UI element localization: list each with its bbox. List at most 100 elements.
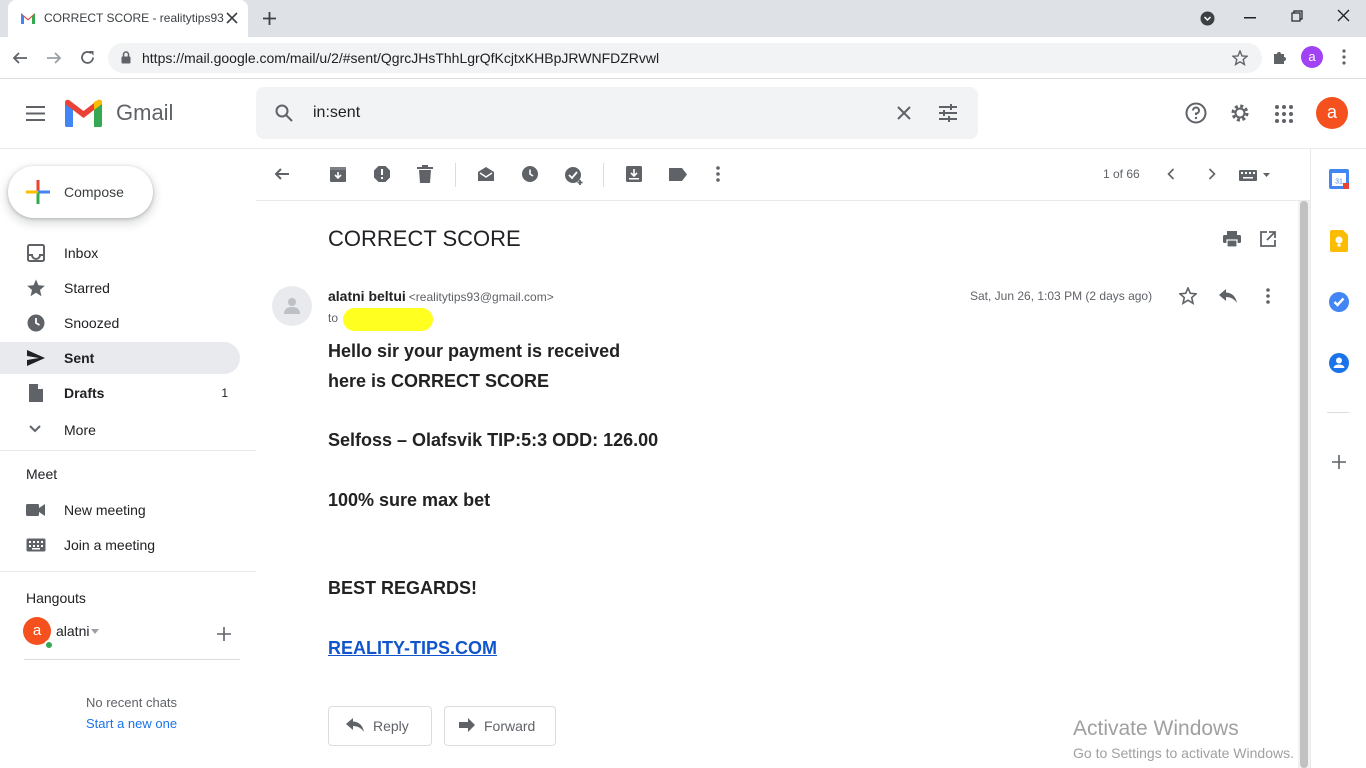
open-in-new-window-icon[interactable] (1260, 231, 1276, 247)
browser-tab[interactable]: CORRECT SCORE - realitytips93@ (8, 0, 248, 37)
calendar-icon[interactable]: 31 (1329, 169, 1349, 189)
sidebar-item-label: Sent (64, 350, 95, 366)
back-to-list-icon[interactable] (274, 166, 290, 182)
bookmark-star-icon[interactable] (1232, 50, 1248, 66)
message-body-line: 100% sure max bet (328, 490, 491, 510)
sidebar-item-label: Drafts (64, 385, 105, 401)
sidebar-item-join-meeting[interactable]: Join a meeting (0, 529, 240, 561)
more-options-vertical-icon[interactable] (716, 166, 720, 182)
keyboard-icon (26, 538, 46, 552)
gmail-logo-icon[interactable] (65, 99, 102, 127)
clock-icon (26, 313, 46, 333)
reality-tips-link[interactable]: REALITY-TIPS.COM (328, 638, 497, 659)
forward-button[interactable]: Forward (444, 706, 556, 746)
newer-chevron-left-icon[interactable] (1167, 168, 1175, 180)
sidebar-item-new-meeting[interactable]: New meeting (0, 494, 240, 526)
message-body-line: Selfoss – Olafsvik TIP:5:3 ODD: 126.00 (328, 430, 659, 450)
account-avatar[interactable]: a (1316, 97, 1348, 129)
search-icon[interactable] (275, 104, 293, 122)
hangouts-section-title: Hangouts (26, 590, 86, 606)
help-icon[interactable] (1185, 102, 1207, 124)
tab-search-icon[interactable] (1200, 11, 1215, 26)
keep-notes-icon[interactable] (1330, 230, 1348, 252)
older-chevron-right-icon[interactable] (1208, 168, 1216, 180)
contacts-icon[interactable] (1329, 353, 1349, 373)
get-addons-plus-icon[interactable] (1332, 455, 1346, 469)
send-icon (26, 348, 46, 368)
hangouts-user-name[interactable]: alatni (56, 623, 89, 639)
message-body-line: here is CORRECT SCORE (328, 371, 550, 391)
search-input[interactable]: in:sent (313, 104, 360, 122)
sidebar-item-label: Inbox (64, 245, 99, 261)
browser-tab-bar: CORRECT SCORE - realitytips93@ (0, 0, 1366, 37)
close-tab-icon[interactable] (226, 12, 238, 24)
sender-line[interactable]: alatni beltui <realitytips93@gmail.com> (328, 288, 554, 304)
reply-button[interactable]: Reply (328, 706, 432, 746)
sidebar-item-snoozed[interactable]: Snoozed (0, 307, 240, 339)
star-icon (26, 278, 46, 298)
archive-icon[interactable] (329, 165, 347, 183)
add-chat-plus-icon[interactable] (217, 627, 231, 641)
add-to-tasks-icon[interactable] (564, 165, 584, 185)
chrome-menu-icon[interactable] (1342, 49, 1346, 65)
clear-search-icon[interactable] (897, 106, 911, 120)
print-icon[interactable] (1223, 230, 1241, 248)
message-body-line: BEST REGARDS! (328, 578, 478, 598)
message-toolbar: 1 of 66 (256, 149, 1310, 201)
gmail-brand-text: Gmail (116, 100, 174, 125)
video-camera-icon (26, 503, 46, 517)
sidebar-item-more[interactable]: More (0, 414, 240, 446)
snooze-clock-icon[interactable] (521, 165, 539, 183)
recipient-to-label: to (328, 311, 339, 325)
label-tag-icon[interactable] (668, 167, 688, 182)
settings-gear-icon[interactable] (1229, 102, 1251, 124)
report-spam-icon[interactable] (373, 165, 391, 183)
lock-icon[interactable] (121, 51, 131, 64)
compose-plus-icon (26, 180, 50, 204)
extensions-puzzle-icon[interactable] (1272, 49, 1288, 65)
message-more-options-icon[interactable] (1266, 288, 1270, 304)
url-text[interactable]: https://mail.google.com/mail/u/2/#sent/Q… (142, 50, 659, 66)
sender-name[interactable]: alatni beltui (328, 288, 406, 304)
sidebar-item-inbox[interactable]: Inbox (0, 237, 240, 269)
move-to-icon[interactable] (625, 165, 643, 183)
inbox-icon (26, 243, 46, 263)
search-bar[interactable]: in:sent (256, 87, 978, 139)
gmail-header: Gmail in:sent a (0, 79, 1366, 149)
sidebar-item-starred[interactable]: Starred (0, 272, 240, 304)
message-scrollbar-thumb[interactable] (1300, 201, 1308, 768)
sidebar-item-drafts[interactable]: Drafts 1 (0, 377, 240, 409)
mark-unread-icon[interactable] (477, 166, 495, 182)
main-menu-icon[interactable] (26, 106, 45, 121)
sidebar-item-label: More (64, 422, 96, 438)
forward-arrow-icon[interactable] (46, 50, 62, 66)
back-arrow-icon[interactable] (12, 50, 28, 66)
sender-email: <realitytips93@gmail.com> (408, 290, 554, 304)
search-options-icon[interactable] (939, 104, 957, 122)
close-window-icon[interactable] (1337, 9, 1350, 22)
meet-section-title: Meet (26, 466, 58, 482)
tasks-icon[interactable] (1329, 292, 1349, 312)
new-tab-icon[interactable] (262, 11, 277, 26)
sidebar-item-sent[interactable]: Sent (0, 342, 240, 374)
start-new-chat-link[interactable]: Start a new one (86, 716, 177, 731)
input-tools-keyboard-icon[interactable] (1239, 169, 1273, 181)
toolbar-separator (603, 163, 604, 187)
sidebar-item-label: Snoozed (64, 315, 120, 331)
reply-arrow-icon[interactable] (1219, 289, 1237, 303)
profile-avatar[interactable]: a (1301, 46, 1323, 68)
caret-down-icon[interactable] (91, 629, 99, 634)
star-message-icon[interactable] (1179, 287, 1197, 305)
page-count: 1 of 66 (1103, 167, 1140, 181)
minimize-icon[interactable] (1244, 17, 1256, 19)
sender-avatar[interactable] (272, 286, 312, 326)
side-panel: 31 (1310, 149, 1366, 768)
reload-icon[interactable] (79, 49, 96, 66)
delete-trash-icon[interactable] (417, 165, 433, 183)
message-body-line: Hello sir your payment is received (328, 341, 621, 361)
sidebar-divider (0, 571, 256, 572)
restore-icon[interactable] (1291, 10, 1303, 22)
compose-button[interactable]: Compose (8, 166, 153, 218)
apps-grid-icon[interactable] (1275, 105, 1293, 123)
omnibox[interactable]: https://mail.google.com/mail/u/2/#sent/Q… (108, 43, 1262, 73)
